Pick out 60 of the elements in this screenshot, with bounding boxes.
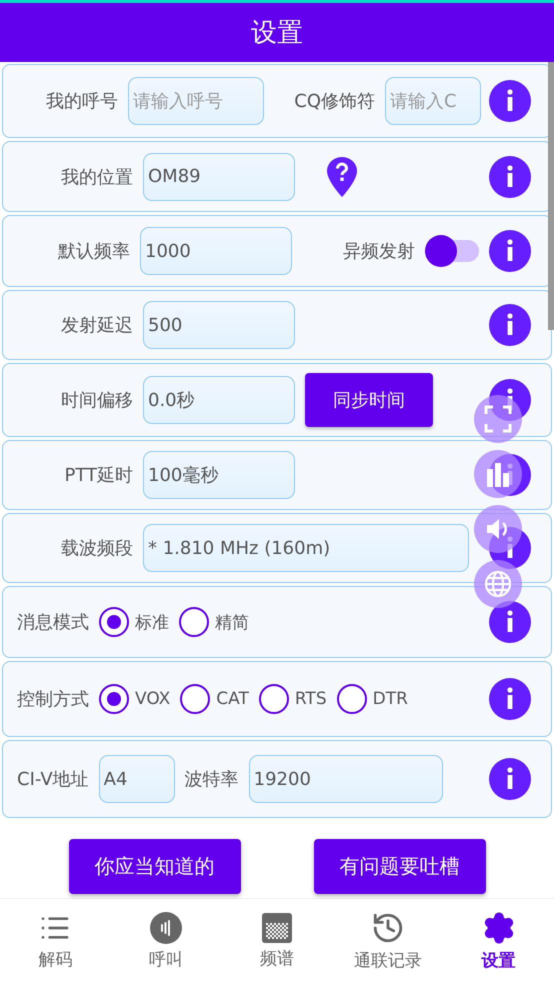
setting-label: 消息模式 <box>17 611 89 634</box>
info-icon[interactable] <box>489 230 531 272</box>
info-icon[interactable] <box>489 156 531 198</box>
input-field[interactable]: * 1.810 MHz (160m) <box>143 524 469 572</box>
setting-label: 载波频段 <box>60 537 133 560</box>
nav-label: 设置 <box>482 950 516 972</box>
radio-button[interactable] <box>258 684 289 714</box>
nav-tab[interactable]: 呼叫 <box>116 912 216 971</box>
nav-label: 通联记录 <box>354 950 422 972</box>
signal-circle-icon <box>150 912 182 944</box>
setting-label: PTT延时 <box>63 464 133 487</box>
input-field[interactable]: 19200 <box>248 755 443 803</box>
setting-label: 发射延迟 <box>60 314 133 337</box>
radio-button[interactable] <box>99 684 129 714</box>
setting-label: 控制方式 <box>17 688 89 711</box>
setting-label: 异频发射 <box>342 240 415 263</box>
input-field[interactable]: A4 <box>98 755 175 803</box>
radio-label: VOX <box>135 689 170 709</box>
nav-tab[interactable]: 解码 <box>5 912 106 971</box>
radio-label: 精简 <box>215 612 249 634</box>
info-icon[interactable] <box>489 678 531 720</box>
setting-label: 波特率 <box>184 768 239 791</box>
setting-label: CI-V地址 <box>17 768 89 791</box>
nav-label: 呼叫 <box>149 949 184 971</box>
radio-button[interactable] <box>180 684 210 714</box>
nav-tab[interactable]: 通联记录 <box>338 911 438 972</box>
action-button[interactable]: 你应当知道的 <box>68 838 240 894</box>
input-field[interactable]: OM89 <box>143 152 295 200</box>
info-icon[interactable] <box>489 601 531 643</box>
radio-label: DTR <box>372 689 408 709</box>
nav-tab[interactable]: 频谱 <box>226 913 327 970</box>
radio-label: CAT <box>216 689 249 709</box>
input-field[interactable]: 1000 <box>140 227 292 275</box>
setting-label: 我的呼号 <box>45 90 118 113</box>
radio-button[interactable] <box>179 607 209 637</box>
setting-label: 我的位置 <box>60 166 133 188</box>
info-icon[interactable] <box>489 80 531 122</box>
setting-label: 时间偏移 <box>60 389 133 412</box>
input-field[interactable]: 0.0秒 <box>143 376 295 424</box>
input-field[interactable]: 请输入C <box>385 77 481 125</box>
nav-label: 解码 <box>38 949 72 971</box>
setting-label: 默认频率 <box>57 240 130 263</box>
input-field[interactable]: 100毫秒 <box>143 451 295 499</box>
radio-button[interactable] <box>336 684 367 714</box>
info-icon[interactable] <box>489 758 531 800</box>
info-icon[interactable] <box>489 304 531 346</box>
nav-label: 频谱 <box>260 948 294 970</box>
setting-label: CQ修饰符 <box>293 90 375 113</box>
nav-tab[interactable]: 设置 <box>448 911 549 972</box>
location-help-icon[interactable] <box>327 156 357 196</box>
radio-label: RTS <box>294 689 327 709</box>
spectrum-icon <box>262 913 292 943</box>
sync-time-button[interactable]: 同步时间 <box>305 373 433 427</box>
radio-button[interactable] <box>99 607 129 637</box>
input-field[interactable]: 500 <box>143 301 295 349</box>
toggle-switch[interactable] <box>425 235 481 267</box>
action-button[interactable]: 有问题要吐槽 <box>314 838 486 894</box>
radio-label: 标准 <box>135 612 169 634</box>
input-field[interactable]: 请输入呼号 <box>128 77 264 125</box>
page-title: 设置 <box>0 0 554 62</box>
